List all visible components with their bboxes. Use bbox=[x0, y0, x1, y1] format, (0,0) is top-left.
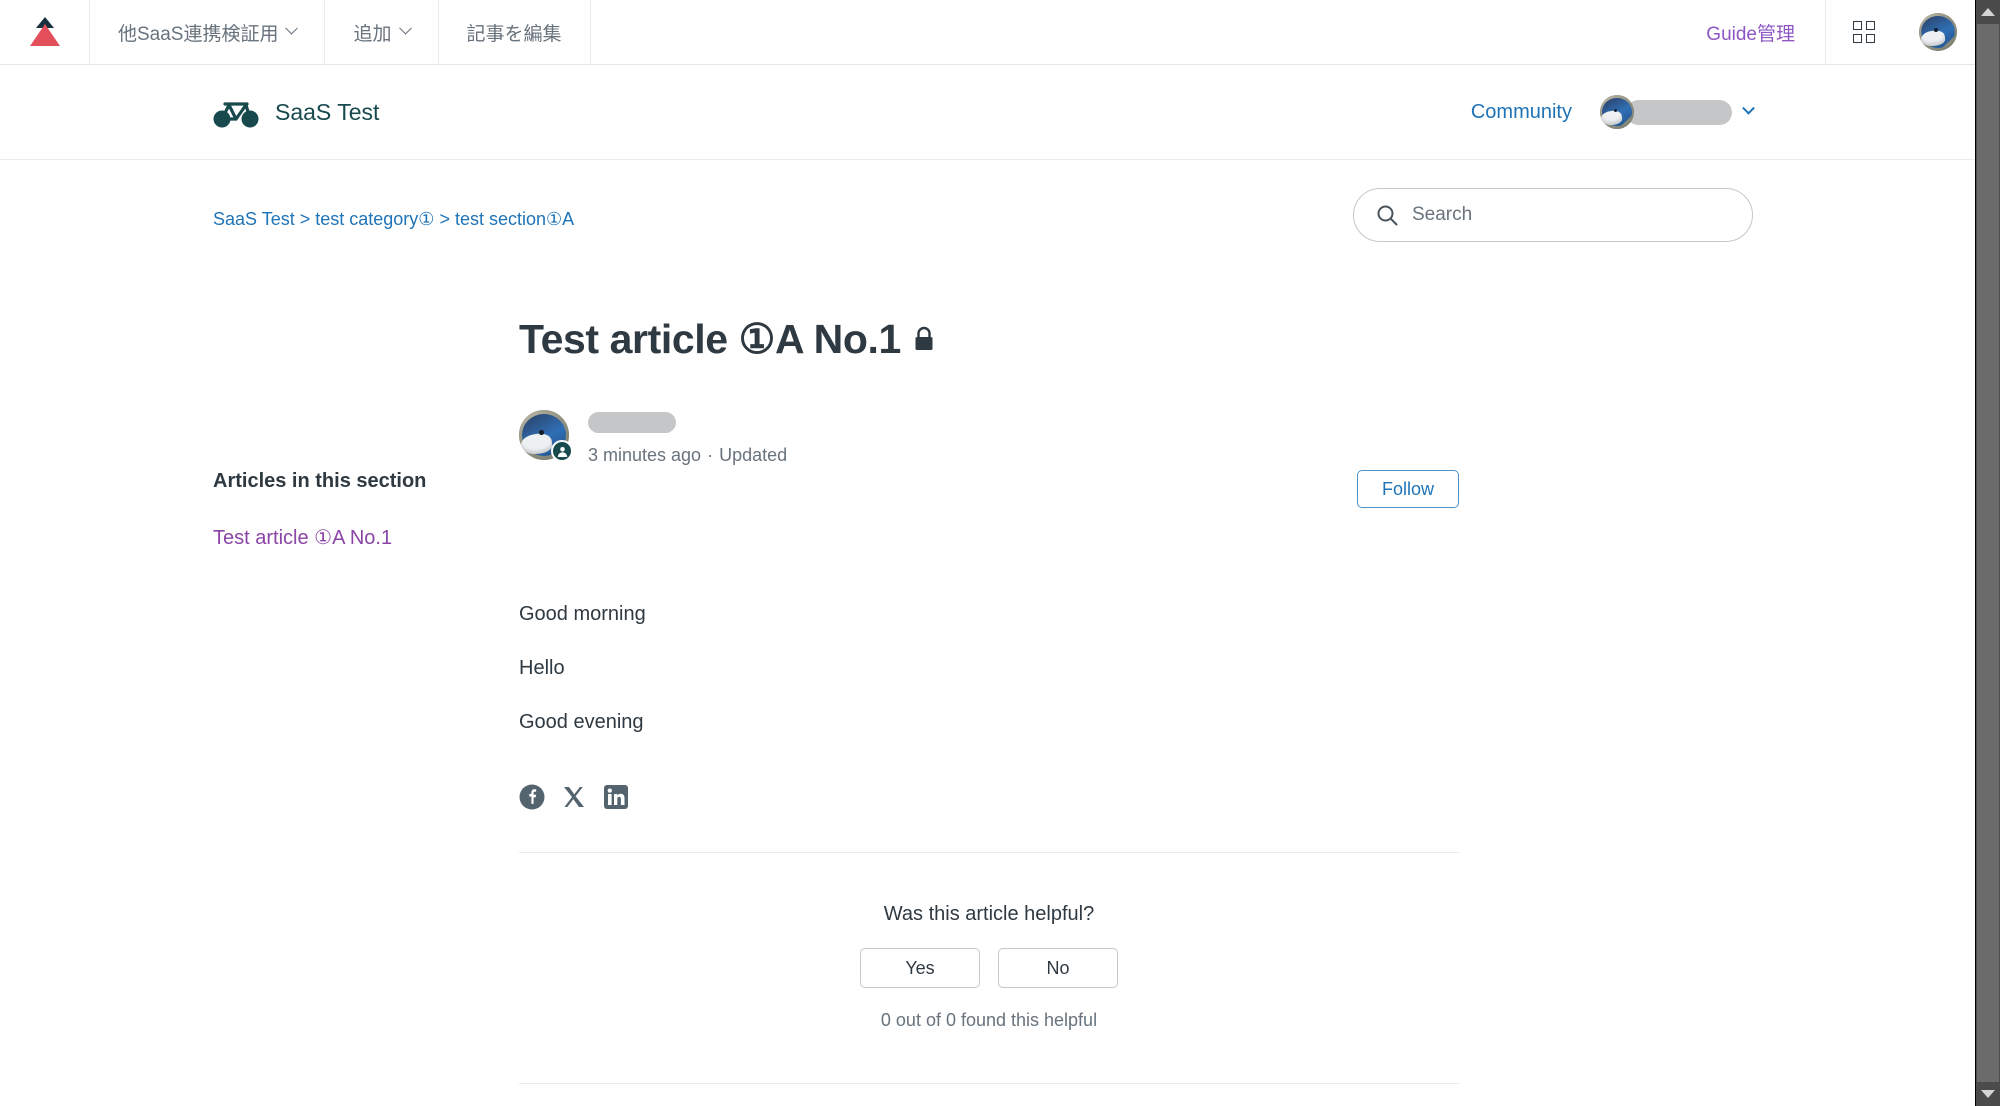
article-body: Good morning Hello Good evening bbox=[519, 602, 1459, 734]
breadcrumb-separator: > bbox=[299, 209, 311, 229]
admin-bar-spacer bbox=[591, 0, 1677, 64]
zendesk-logo-bottom-triangle bbox=[29, 24, 60, 46]
article-paragraph: Good evening bbox=[519, 711, 644, 733]
lock-icon bbox=[915, 326, 933, 350]
guide-admin-label: Guide管理 bbox=[1706, 23, 1795, 45]
help-center-header: SaaS Test Community bbox=[0, 65, 1975, 160]
meta-separator: · bbox=[707, 445, 714, 465]
breadcrumb-item-0[interactable]: SaaS Test bbox=[213, 209, 295, 229]
bicycle-icon bbox=[213, 102, 259, 128]
sidebar-title: Articles in this section bbox=[213, 470, 427, 492]
divider bbox=[519, 1083, 1459, 1084]
breadcrumb: SaaS Test > test category① > test section①A bbox=[213, 209, 574, 230]
breadcrumb-separator: > bbox=[439, 209, 450, 229]
follow-button[interactable]: Follow bbox=[1357, 470, 1459, 508]
admin-avatar-button[interactable] bbox=[1901, 0, 1975, 64]
sidebar-item-test-article[interactable]: Test article ①A No.1 bbox=[213, 525, 463, 550]
agent-badge-icon bbox=[551, 440, 573, 462]
zendesk-logo-icon bbox=[27, 15, 63, 49]
avatar bbox=[1919, 13, 1957, 51]
helpful-no-button[interactable]: No bbox=[998, 948, 1118, 988]
article-paragraph: Hello bbox=[519, 657, 565, 679]
helpful-buttons: Yes No bbox=[519, 948, 1459, 988]
article-meta-subline: 3 minutes ago · Updated bbox=[588, 445, 787, 466]
admin-add-menu-label: 追加 bbox=[353, 23, 392, 45]
share-links bbox=[519, 784, 1459, 810]
page-scrollbar[interactable] bbox=[1975, 0, 2000, 1106]
admin-edit-article-label: 記事を編集 bbox=[466, 23, 562, 45]
brand-name: SaaS Test bbox=[275, 98, 380, 125]
brand-home-link[interactable]: SaaS Test bbox=[213, 95, 379, 129]
user-menu-button[interactable] bbox=[1600, 95, 1755, 129]
admin-top-bar: 他SaaS連携検証用 追加 記事を編集 Guide管理 bbox=[0, 0, 1975, 65]
article: Test article ①A No.1 3 minutes ago · Upd… bbox=[519, 315, 1459, 1106]
page-title: Test article ①A No.1 bbox=[519, 315, 1459, 363]
article-title-text: Test article ①A No.1 bbox=[519, 316, 901, 362]
article-author-avatar bbox=[519, 410, 573, 462]
products-apps-button[interactable] bbox=[1825, 0, 1901, 64]
helpful-question: Was this article helpful? bbox=[883, 903, 1095, 925]
article-meta: 3 minutes ago · Updated Follow bbox=[519, 410, 1459, 508]
article-update-status: Updated bbox=[719, 445, 788, 465]
helpful-count: 0 out of 0 found this helpful bbox=[880, 1010, 1098, 1030]
breadcrumb-item-2[interactable]: test section①A bbox=[455, 209, 574, 229]
admin-brand-selector-label: 他SaaS連携検証用 bbox=[118, 23, 279, 45]
search-box[interactable] bbox=[1353, 188, 1753, 242]
chevron-down-icon bbox=[285, 21, 299, 35]
helpful-yes-button[interactable]: Yes bbox=[860, 948, 980, 988]
article-timestamp: 3 minutes ago bbox=[588, 445, 702, 465]
breadcrumb-item-1[interactable]: test category① bbox=[315, 209, 434, 229]
admin-edit-article-button[interactable]: 記事を編集 bbox=[439, 0, 591, 64]
divider bbox=[519, 852, 1459, 853]
help-center-header-right: Community bbox=[1471, 95, 1755, 129]
admin-brand-selector[interactable]: 他SaaS連携検証用 bbox=[90, 0, 326, 64]
community-link[interactable]: Community bbox=[1471, 101, 1572, 124]
article-paragraph: Good morning bbox=[519, 603, 646, 625]
scrollbar-thumb[interactable] bbox=[1977, 24, 1999, 1082]
x-twitter-icon[interactable] bbox=[561, 784, 587, 810]
chevron-down-icon bbox=[398, 21, 412, 35]
chevron-down-icon bbox=[1742, 101, 1755, 115]
sidebar-articles-in-section: Articles in this section Test article ①A… bbox=[213, 470, 463, 550]
user-name-redacted bbox=[1626, 99, 1732, 125]
scroll-up-arrow-icon[interactable] bbox=[1981, 8, 1995, 16]
search-icon bbox=[1377, 205, 1398, 226]
zendesk-home-button[interactable] bbox=[0, 0, 90, 64]
author-name-redacted bbox=[588, 412, 676, 433]
article-meta-text: 3 minutes ago · Updated bbox=[588, 410, 787, 466]
grid-icon bbox=[1852, 21, 1875, 43]
avatar bbox=[1600, 95, 1634, 129]
search-input[interactable] bbox=[1412, 204, 1730, 226]
page-content: SaaS Test > test category① > test section①A … bbox=[0, 160, 1975, 1106]
helpful-section: Was this article helpful? Yes No 0 out o… bbox=[519, 903, 1459, 1031]
facebook-icon[interactable] bbox=[519, 784, 545, 810]
linkedin-icon[interactable] bbox=[603, 784, 629, 810]
guide-admin-link[interactable]: Guide管理 bbox=[1676, 0, 1825, 64]
scroll-down-arrow-icon[interactable] bbox=[1981, 1090, 1995, 1098]
admin-add-menu[interactable]: 追加 bbox=[325, 0, 439, 64]
